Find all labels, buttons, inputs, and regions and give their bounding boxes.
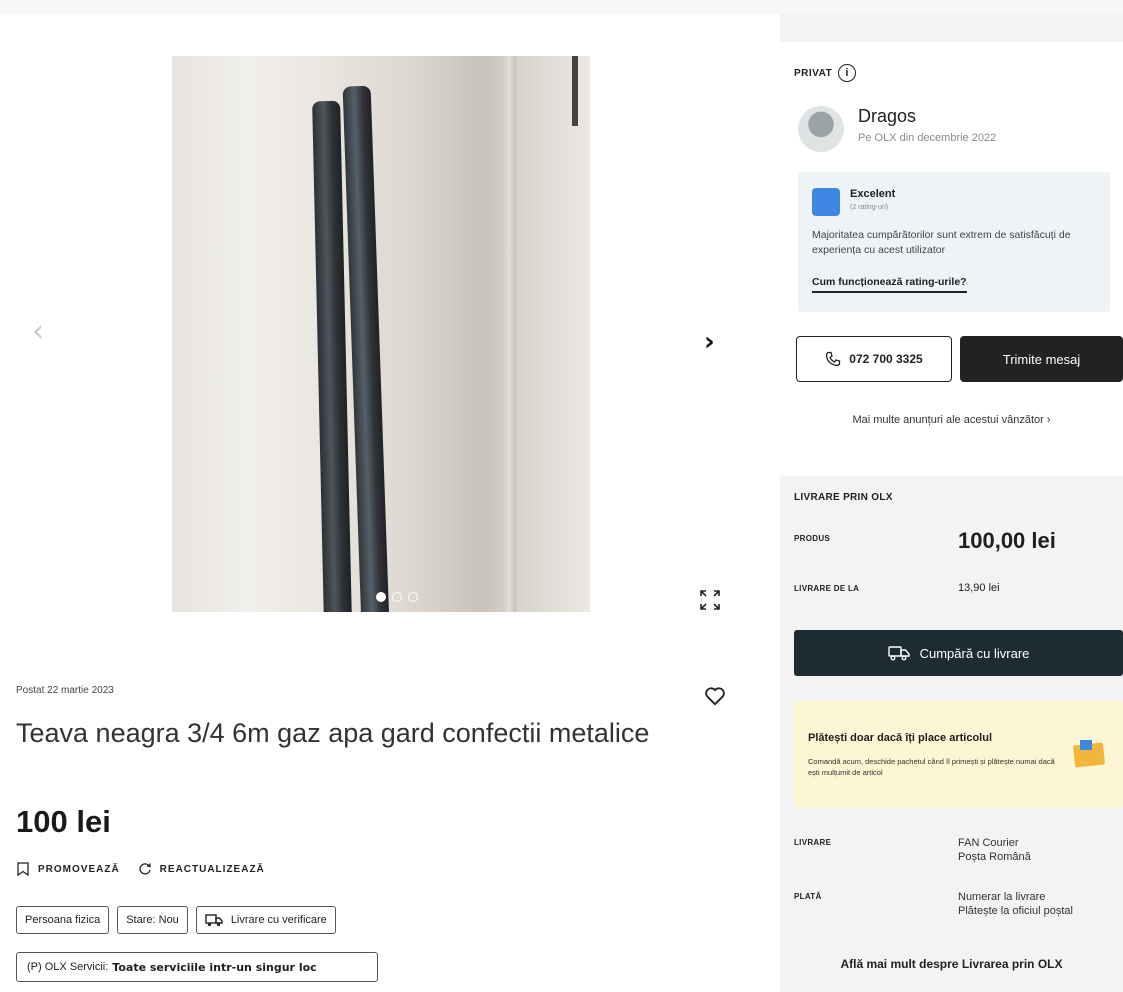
show-phone-button[interactable]: 072 700 3325 [796, 336, 952, 382]
courier-1: FAN Courier [958, 837, 1019, 849]
smiley-rating-icon [812, 188, 840, 216]
rating-count: (2 rating-uri) [850, 204, 889, 211]
payment-2: Plătește la oficiul poștal [958, 905, 1073, 917]
seller-type-label: PRIVAT [794, 67, 833, 79]
more-ads-link[interactable]: Mai multe anunțuri ale acestui vânzător … [780, 414, 1123, 426]
package-tag-icon [1080, 740, 1092, 750]
payment-label: PLATĂ [794, 892, 822, 901]
product-price: 100,00 lei [958, 528, 1056, 553]
seller-type: PRIVAT i [794, 64, 857, 82]
rating-description: Majoritatea cumpărătorilor sunt extrem d… [812, 229, 1071, 256]
seller-name[interactable]: Dragos [858, 106, 916, 127]
seller-since: Pe OLX din decembrie 2022 [858, 132, 997, 144]
photo-cable [572, 56, 578, 126]
payment-1: Numerar la livrare [958, 891, 1046, 903]
phone-number: 072 700 3325 [849, 352, 923, 366]
gallery-dot[interactable] [408, 592, 418, 602]
expand-fullscreen-icon[interactable] [698, 588, 722, 612]
rating-level: Excelent [850, 188, 896, 200]
product-label: PRODUS [794, 534, 831, 543]
services-prefix: (P) OLX Servicii: [27, 961, 109, 973]
tag-condition[interactable]: Stare: Nou [117, 906, 188, 934]
refresh-icon [139, 863, 151, 875]
gallery-dot[interactable] [392, 592, 402, 602]
image-gallery: ‹ › [0, 14, 770, 630]
delivery-heading: LIVRARE PRIN OLX [794, 492, 893, 503]
seller-sidebar: PRIVAT i Dragos Pe OLX din decembrie 202… [780, 14, 1123, 992]
pay-on-delivery-banner: Plătești doar dacă îți place articolul C… [794, 700, 1123, 808]
tag-seller-type[interactable]: Persoana fizica [16, 906, 110, 934]
listing-actions: PROMOVEAZĂ REACTUALIZEAZĂ [16, 862, 265, 876]
photo-pole [502, 56, 516, 612]
listing-title: Teava neagra 3/4 6m gaz apa gard confect… [16, 718, 650, 748]
info-icon[interactable]: i [838, 64, 857, 82]
refresh-label: REACTUALIZEAZĂ [159, 863, 265, 875]
buy-label: Cumpără cu livrare [919, 645, 1030, 661]
gallery-prev-arrow-icon[interactable]: ‹ [32, 314, 44, 349]
promote-button[interactable]: PROMOVEAZĂ [16, 862, 120, 876]
phone-icon [826, 351, 841, 367]
truck-icon [887, 646, 910, 661]
top-strip [0, 0, 1123, 14]
bookmark-icon [17, 862, 29, 876]
more-ads-label: Mai multe anunțuri ale acestui vânzător [852, 414, 1044, 426]
promo-title: Plătești doar dacă îți place articolul [808, 732, 993, 744]
promo-text: Comandă acum, deschide pachetul când îl … [808, 757, 1055, 777]
tag-label: Stare: Nou [126, 914, 179, 926]
tag-delivery[interactable]: Livrare cu verificare [195, 906, 336, 934]
refresh-button[interactable]: REACTUALIZEAZĂ [138, 862, 265, 876]
services-text: Toate serviciile intr-un singur loc [112, 960, 317, 974]
courier-2: Poșta Română [958, 851, 1031, 863]
gallery-dot[interactable] [376, 592, 386, 602]
rating-help-link[interactable]: Cum funcționează rating-urile? [812, 276, 967, 293]
send-message-button[interactable]: Trimite mesaj [960, 336, 1123, 382]
listing-tags: Persoana fizica Stare: Nou Livrare cu ve… [16, 906, 336, 934]
posted-date: Postat 22 martie 2023 [16, 685, 114, 696]
promote-label: PROMOVEAZĂ [38, 863, 120, 875]
listing-photo[interactable] [172, 56, 590, 612]
gallery-pagination-dots [376, 592, 418, 602]
gallery-next-arrow-icon[interactable]: › [704, 327, 715, 357]
olx-services-link[interactable]: (P) OLX Servicii: Toate serviciile intr-… [16, 952, 378, 982]
chevron-right-icon: › [1046, 414, 1051, 426]
heart-favorite-icon[interactable] [704, 686, 726, 706]
rating-box: Excelent (2 rating-uri) Majoritatea cump… [798, 172, 1110, 312]
learn-more-link[interactable]: Află mai mult despre Livrarea prin OLX [780, 957, 1123, 971]
avatar[interactable] [798, 106, 844, 152]
delivery-from-value: 13,90 lei [958, 582, 1000, 594]
tag-label: Livrare cu verificare [230, 914, 327, 926]
courier-label: LIVRARE [794, 838, 832, 847]
delivery-from-label: LIVRARE DE LA [794, 584, 860, 593]
buy-with-delivery-button[interactable]: Cumpără cu livrare [794, 630, 1123, 676]
tag-label: Persoana fizica [25, 914, 101, 926]
truck-icon [205, 914, 223, 927]
listing-price: 100 lei [16, 804, 111, 839]
seller-card: PRIVAT i Dragos Pe OLX din decembrie 202… [780, 42, 1123, 476]
